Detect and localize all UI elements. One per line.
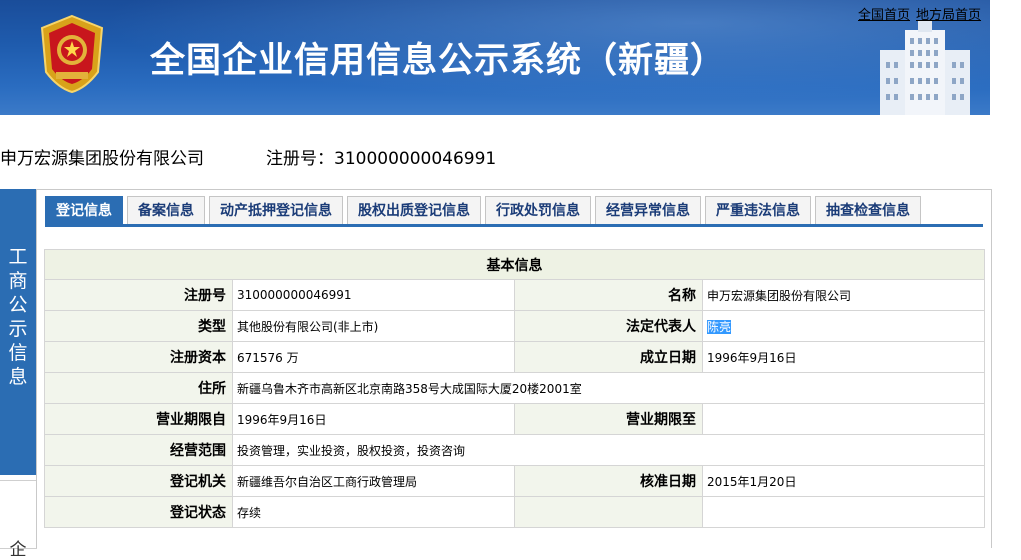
- national-home-link[interactable]: 全国首页: [858, 8, 910, 23]
- field-label: 名称: [514, 279, 703, 311]
- field-value: 1996年9月16日: [232, 403, 515, 435]
- table-row: 营业期限自 1996年9月16日 营业期限至: [44, 403, 985, 435]
- table-row: 经营范围 投资管理，实业投资，股权投资，投资咨询: [44, 434, 985, 466]
- tab-abnormal-operation[interactable]: 经营异常信息: [595, 196, 701, 225]
- field-label: 营业期限自: [44, 403, 233, 435]
- field-value: 新疆乌鲁木齐市高新区北京南路358号大成国际大厦20楼2001室: [232, 372, 985, 404]
- table-row: 登记机关 新疆维吾尔自治区工商行政管理局 核准日期 2015年1月20日: [44, 465, 985, 497]
- field-value: [702, 403, 985, 435]
- company-name: 申万宏源集团股份有限公司: [0, 149, 204, 169]
- table-caption: 基本信息: [44, 249, 985, 280]
- tab-spot-check[interactable]: 抽查检查信息: [815, 196, 921, 225]
- field-label: 注册号: [44, 279, 233, 311]
- field-label: 登记状态: [44, 496, 233, 528]
- local-bureau-home-link[interactable]: 地方局首页: [916, 8, 981, 23]
- top-links: 全国首页 地方局首页: [858, 4, 981, 23]
- tab-admin-penalty[interactable]: 行政处罚信息: [485, 196, 591, 225]
- tab-registration-info[interactable]: 登记信息: [45, 196, 123, 225]
- field-label: 成立日期: [514, 341, 703, 373]
- selected-text: 陈亮: [707, 319, 732, 334]
- field-label: [514, 496, 703, 528]
- field-value: 其他股份有限公司(非上市): [232, 310, 515, 342]
- field-value: 新疆维吾尔自治区工商行政管理局: [232, 465, 515, 497]
- field-label: 注册资本: [44, 341, 233, 373]
- side-tab-enterprise[interactable]: 企: [0, 480, 37, 560]
- field-label: 核准日期: [514, 465, 703, 497]
- tab-filing-info[interactable]: 备案信息: [127, 196, 205, 225]
- field-label: 经营范围: [44, 434, 233, 466]
- building-icon: [880, 20, 970, 115]
- field-value: 投资管理，实业投资，股权投资，投资咨询: [232, 434, 985, 466]
- tab-equity-pledge[interactable]: 股权出质登记信息: [347, 196, 481, 225]
- field-label: 类型: [44, 310, 233, 342]
- tab-serious-violation[interactable]: 严重违法信息: [705, 196, 811, 225]
- field-label: 法定代表人: [514, 310, 703, 342]
- field-value: 671576 万: [232, 341, 515, 373]
- side-tab2-label: 企: [9, 540, 27, 560]
- tab-chattel-mortgage[interactable]: 动产抵押登记信息: [209, 196, 343, 225]
- side-tab-label: 工商公示信息: [8, 246, 28, 388]
- field-value: 1996年9月16日: [702, 341, 985, 373]
- banner-title: 全国企业信用信息公示系统（新疆）: [150, 41, 727, 81]
- field-value-legal-rep: 陈亮: [702, 310, 985, 342]
- side-tab-business-disclosure[interactable]: 工商公示信息: [0, 189, 36, 475]
- table-row: 登记状态 存续: [44, 496, 985, 528]
- field-value: 2015年1月20日: [702, 465, 985, 497]
- field-value: [702, 496, 985, 528]
- header-banner: 全国企业信用信息公示系统（新疆）: [0, 0, 990, 115]
- field-value: 申万宏源集团股份有限公司: [702, 279, 985, 311]
- table-row: 类型 其他股份有限公司(非上市) 法定代表人 陈亮: [44, 310, 985, 342]
- tab-underline: [45, 224, 983, 227]
- field-label: 住所: [44, 372, 233, 404]
- field-value: 存续: [232, 496, 515, 528]
- field-value: 310000000046991: [232, 279, 515, 311]
- tab-bar: 登记信息 备案信息 动产抵押登记信息 股权出质登记信息 行政处罚信息 经营异常信息 严重违法…: [45, 196, 925, 226]
- registration-number: 注册号：310000000046991: [266, 149, 497, 169]
- content-panel: 登记信息 备案信息 动产抵押登记信息 股权出质登记信息 行政处罚信息 经营异常信息 严重违法…: [36, 189, 992, 548]
- table-row: 注册资本 671576 万 成立日期 1996年9月16日: [44, 341, 985, 373]
- basic-info-table: 基本信息 注册号 310000000046991 名称 申万宏源集团股份有限公司…: [44, 249, 985, 528]
- table-caption-row: 基本信息: [44, 249, 985, 280]
- field-label: 登记机关: [44, 465, 233, 497]
- national-emblem-icon: [40, 14, 104, 94]
- table-row: 注册号 310000000046991 名称 申万宏源集团股份有限公司: [44, 279, 985, 311]
- table-row: 住所 新疆乌鲁木齐市高新区北京南路358号大成国际大厦20楼2001室: [44, 372, 985, 404]
- field-label: 营业期限至: [514, 403, 703, 435]
